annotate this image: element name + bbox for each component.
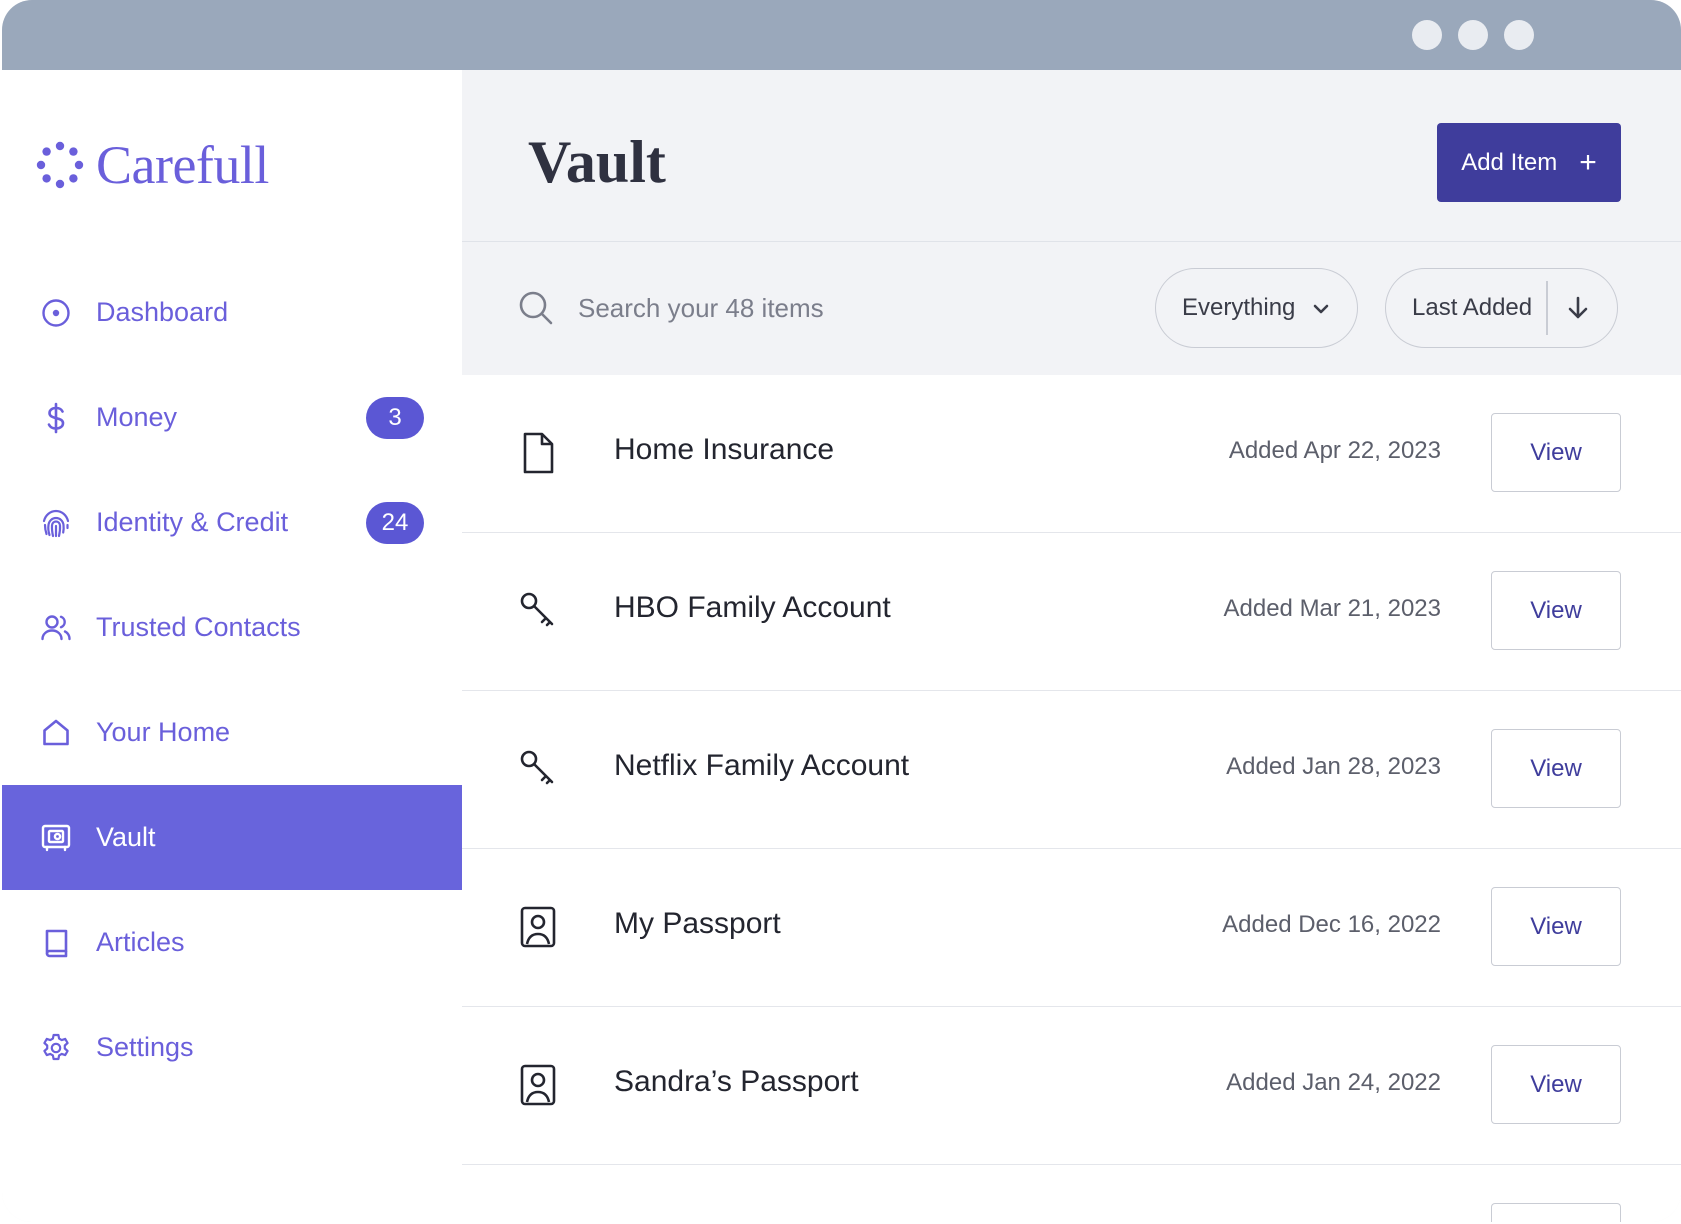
item-date: Added Jan 24, 2022 <box>1226 1069 1441 1096</box>
sidebar: Carefull Dashboard Money 3 Identity & Cr… <box>2 70 462 1222</box>
sort-value: Last Added <box>1412 294 1533 321</box>
item-title: HBO Family Account <box>614 591 891 624</box>
page-title: Vault <box>528 129 666 195</box>
sidebar-item-vault[interactable]: Vault <box>2 785 462 890</box>
safe-icon <box>41 824 71 851</box>
plus-icon: + <box>1579 145 1597 179</box>
search-icon <box>519 291 553 325</box>
sidebar-item-label: Articles <box>96 927 185 957</box>
item-date: Added Jan 28, 2023 <box>1226 753 1441 780</box>
sidebar-item-settings[interactable]: Settings <box>2 995 462 1100</box>
sidebar-item-label: Identity & Credit <box>96 507 289 537</box>
book-icon <box>45 929 68 957</box>
view-button[interactable]: View <box>1491 1045 1621 1124</box>
list-item[interactable]: Netflix Family Account Added Jan 28, 202… <box>462 691 1681 849</box>
item-date: Added Apr 22, 2023 <box>1228 437 1441 464</box>
dollar-icon <box>47 402 65 433</box>
app-window: Carefull Dashboard Money 3 Identity & Cr… <box>2 0 1681 1222</box>
list-item[interactable]: My Passport Added Dec 16, 2022 View <box>462 849 1681 1007</box>
window-control-dot[interactable] <box>1412 20 1442 50</box>
main-content: Vault Add Item + Everything Last Added <box>462 70 1681 1222</box>
sidebar-item-label: Dashboard <box>96 297 229 327</box>
sidebar-item-identity-credit[interactable]: Identity & Credit 24 <box>2 470 462 575</box>
view-button[interactable] <box>1491 1203 1621 1222</box>
sort-dropdown[interactable]: Last Added <box>1385 268 1618 348</box>
notification-badge: 24 <box>366 502 424 544</box>
list-item[interactable]: Home Insurance Added Apr 22, 2023 View <box>462 375 1681 533</box>
sidebar-item-label: Your Home <box>96 717 231 747</box>
sidebar-item-label: Money <box>96 402 178 432</box>
list-item-partial <box>462 1165 1681 1222</box>
gear-icon <box>43 1033 69 1060</box>
key-icon <box>520 750 554 785</box>
arrow-down-icon[interactable] <box>1565 295 1591 321</box>
item-date: Added Dec 16, 2022 <box>1222 911 1441 938</box>
sidebar-item-money[interactable]: Money 3 <box>2 365 462 470</box>
window-control-dot[interactable] <box>1504 20 1534 50</box>
sidebar-item-trusted-contacts[interactable]: Trusted Contacts <box>2 575 462 680</box>
sidebar-item-articles[interactable]: Articles <box>2 890 462 995</box>
fingerprint-icon <box>42 509 70 537</box>
chevron-down-icon <box>1313 304 1329 314</box>
notification-badge: 3 <box>366 397 424 439</box>
target-icon <box>42 298 70 327</box>
view-button[interactable]: View <box>1491 887 1621 966</box>
item-date: Added Mar 21, 2023 <box>1223 595 1442 622</box>
carefull-logo-icon <box>36 141 84 189</box>
sort-divider <box>1546 281 1548 335</box>
brand-logo[interactable]: Carefull <box>36 130 269 200</box>
window-titlebar <box>2 0 1681 70</box>
id-card-icon <box>520 906 556 948</box>
filter-value: Everything <box>1182 294 1296 321</box>
home-icon <box>43 719 69 745</box>
item-title: Home Insurance <box>614 433 835 466</box>
page-header: Vault Add Item + <box>462 70 1681 242</box>
add-item-label: Add Item <box>1461 148 1558 176</box>
item-title: Netflix Family Account <box>614 749 910 782</box>
key-icon <box>520 592 554 627</box>
users-icon <box>41 614 71 640</box>
sidebar-item-label: Trusted Contacts <box>96 612 301 642</box>
item-title: My Passport <box>614 907 781 940</box>
brand-name: Carefull <box>96 135 269 195</box>
add-item-button[interactable]: Add Item + <box>1437 123 1621 202</box>
search-input[interactable] <box>578 282 1098 334</box>
sidebar-item-label: Vault <box>96 822 156 852</box>
list-item[interactable]: HBO Family Account Added Mar 21, 2023 Vi… <box>462 533 1681 691</box>
list-item[interactable]: Sandra’s Passport Added Jan 24, 2022 Vie… <box>462 1007 1681 1165</box>
filter-dropdown[interactable]: Everything <box>1155 268 1358 348</box>
sidebar-nav: Dashboard Money 3 Identity & Credit 24 T… <box>2 260 462 1100</box>
view-button[interactable]: View <box>1491 571 1621 650</box>
id-card-icon <box>520 1064 556 1106</box>
view-button[interactable]: View <box>1491 729 1621 808</box>
view-button[interactable]: View <box>1491 413 1621 492</box>
sidebar-item-your-home[interactable]: Your Home <box>2 680 462 785</box>
document-icon <box>523 432 554 474</box>
sidebar-item-dashboard[interactable]: Dashboard <box>2 260 462 365</box>
window-control-dot[interactable] <box>1458 20 1488 50</box>
item-title: Sandra’s Passport <box>614 1065 859 1098</box>
vault-toolbar: Everything Last Added <box>462 242 1681 375</box>
vault-item-list: Home Insurance Added Apr 22, 2023 View H… <box>462 375 1681 1222</box>
sidebar-item-label: Settings <box>96 1032 194 1062</box>
